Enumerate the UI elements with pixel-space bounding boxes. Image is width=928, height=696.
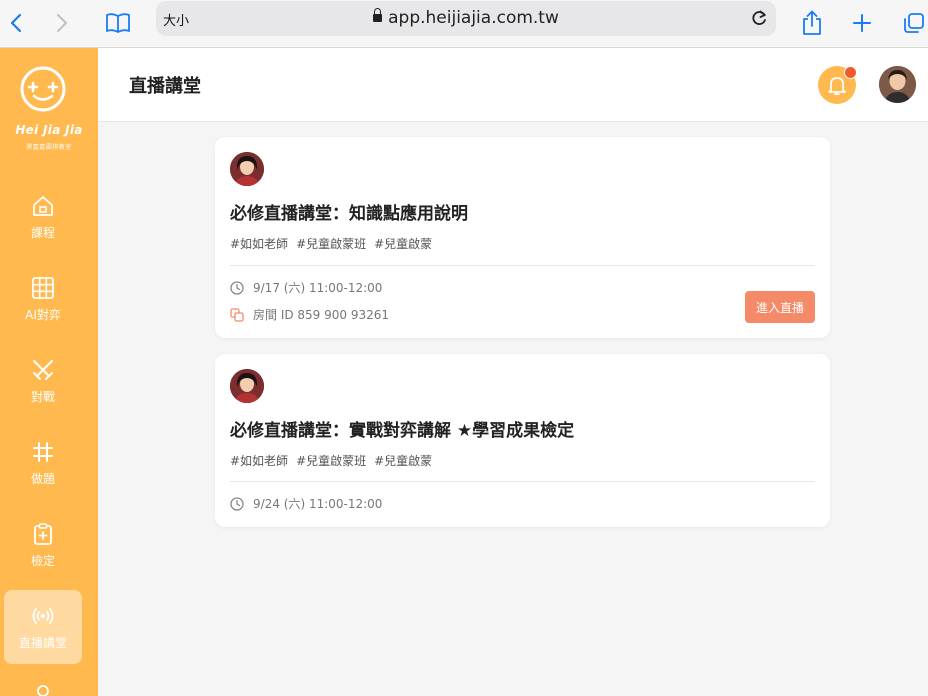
enter-live-button[interactable]: 進入直播 <box>745 291 815 323</box>
lesson-time-text: 9/17 (六) 11:00-12:00 <box>253 281 383 295</box>
tag[interactable]: #如如老師 <box>230 237 288 251</box>
book-icon <box>106 13 130 33</box>
teacher-avatar <box>230 369 264 403</box>
bell-icon <box>828 77 846 95</box>
sidebar-item-courses[interactable]: 課程 <box>4 180 82 254</box>
chevron-left-icon <box>10 13 22 33</box>
new-tab-button[interactable] <box>846 7 878 39</box>
sidebar-item-label: 直播講堂 <box>18 636 67 650</box>
clock-icon <box>230 496 244 511</box>
tabs-icon <box>904 13 924 33</box>
sidebar-item-label: 做題 <box>30 472 55 486</box>
home-icon <box>33 196 53 216</box>
tag[interactable]: #兒童啟蒙班 <box>296 237 366 251</box>
user-avatar[interactable] <box>879 66 916 103</box>
chevron-right-icon <box>56 13 68 33</box>
tag[interactable]: #兒童啟蒙 <box>374 237 432 251</box>
clock-icon <box>230 280 244 295</box>
sidebar-item-ai-game[interactable]: AI對弈 <box>4 262 82 336</box>
teacher-avatar <box>230 152 264 186</box>
sidebar-item-live-class[interactable]: 直播講堂 <box>4 590 82 664</box>
clipboard-icon <box>34 523 52 545</box>
broadcast-icon <box>32 608 54 624</box>
tag[interactable]: #兒童啟蒙 <box>374 454 432 468</box>
room-id-text: 房間 ID 859 900 93261 <box>253 308 390 322</box>
lesson-card[interactable]: 必修直播講堂：知識點應用說明 #如如老師 #兒童啟蒙班 #兒童啟蒙 9/17 (六)… <box>215 137 830 338</box>
sidebar-item-label: 對戰 <box>30 390 55 404</box>
share-icon <box>803 10 821 35</box>
browser-toolbar: 大小 app.heijiajia.com.tw <box>0 0 928 48</box>
page-title: 直播講堂 <box>129 76 201 97</box>
divider <box>230 265 815 266</box>
hash-icon <box>33 442 53 462</box>
grid-icon <box>32 277 54 299</box>
tag-list: #如如老師 #兒童啟蒙班 #兒童啟蒙 <box>230 452 440 469</box>
reload-icon <box>752 10 766 25</box>
plus-icon <box>853 14 871 32</box>
tag[interactable]: #兒童啟蒙班 <box>296 454 366 468</box>
smiley-logo-icon <box>20 66 66 112</box>
sidebar-item-label: 課程 <box>30 226 55 240</box>
lesson-time-text: 9/24 (六) 11:00-12:00 <box>253 497 383 511</box>
lesson-time: 9/17 (六) 11:00-12:00 <box>230 279 382 296</box>
copy-icon <box>230 307 244 322</box>
address-bar[interactable]: 大小 app.heijiajia.com.tw <box>156 1 776 36</box>
brand-tagline: 黑嘉嘉圍棋教室 <box>26 144 72 151</box>
divider <box>230 481 815 482</box>
lesson-title: 必修直播講堂：知識點應用說明 <box>230 204 468 224</box>
share-button[interactable] <box>796 7 828 39</box>
user-icon <box>37 685 49 696</box>
lesson-time: 9/24 (六) 11:00-12:00 <box>230 495 382 512</box>
sidebar-item-label: 檢定 <box>30 554 55 568</box>
forward-button[interactable] <box>46 7 78 39</box>
sidebar: Hei Jia Jia 黑嘉嘉圍棋教室 課程 AI對弈 對戰 做題 檢定 直播講… <box>0 48 98 696</box>
lock-icon <box>373 8 383 22</box>
sidebar-item-battle[interactable]: 對戰 <box>4 344 82 418</box>
bookmarks-button[interactable] <box>102 7 134 39</box>
sidebar-item-label: AI對弈 <box>25 308 61 322</box>
lesson-title: 必修直播講堂：實戰對弈講解 ★學習成果檢定 <box>230 421 575 441</box>
page-header: 直播講堂 <box>98 48 928 122</box>
back-button[interactable] <box>0 7 32 39</box>
brand-logo[interactable] <box>19 65 67 117</box>
sidebar-item-exercises[interactable]: 做題 <box>4 426 82 500</box>
crossed-swords-icon <box>33 360 53 380</box>
url-text: app.heijiajia.com.tw <box>388 8 559 28</box>
reload-button[interactable] <box>750 8 768 32</box>
sidebar-item-certification[interactable]: 檢定 <box>4 508 82 582</box>
user-avatar-image <box>879 66 916 103</box>
notification-dot <box>844 66 857 79</box>
tag[interactable]: #如如老師 <box>230 454 288 468</box>
tabs-button[interactable] <box>898 7 928 39</box>
lesson-card[interactable]: 必修直播講堂：實戰對弈講解 ★學習成果檢定 #如如老師 #兒童啟蒙班 #兒童啟蒙 9… <box>215 354 830 527</box>
tag-list: #如如老師 #兒童啟蒙班 #兒童啟蒙 <box>230 235 440 252</box>
room-id[interactable]: 房間 ID 859 900 93261 <box>230 306 389 323</box>
brand-name: Hei Jia Jia <box>15 123 83 137</box>
